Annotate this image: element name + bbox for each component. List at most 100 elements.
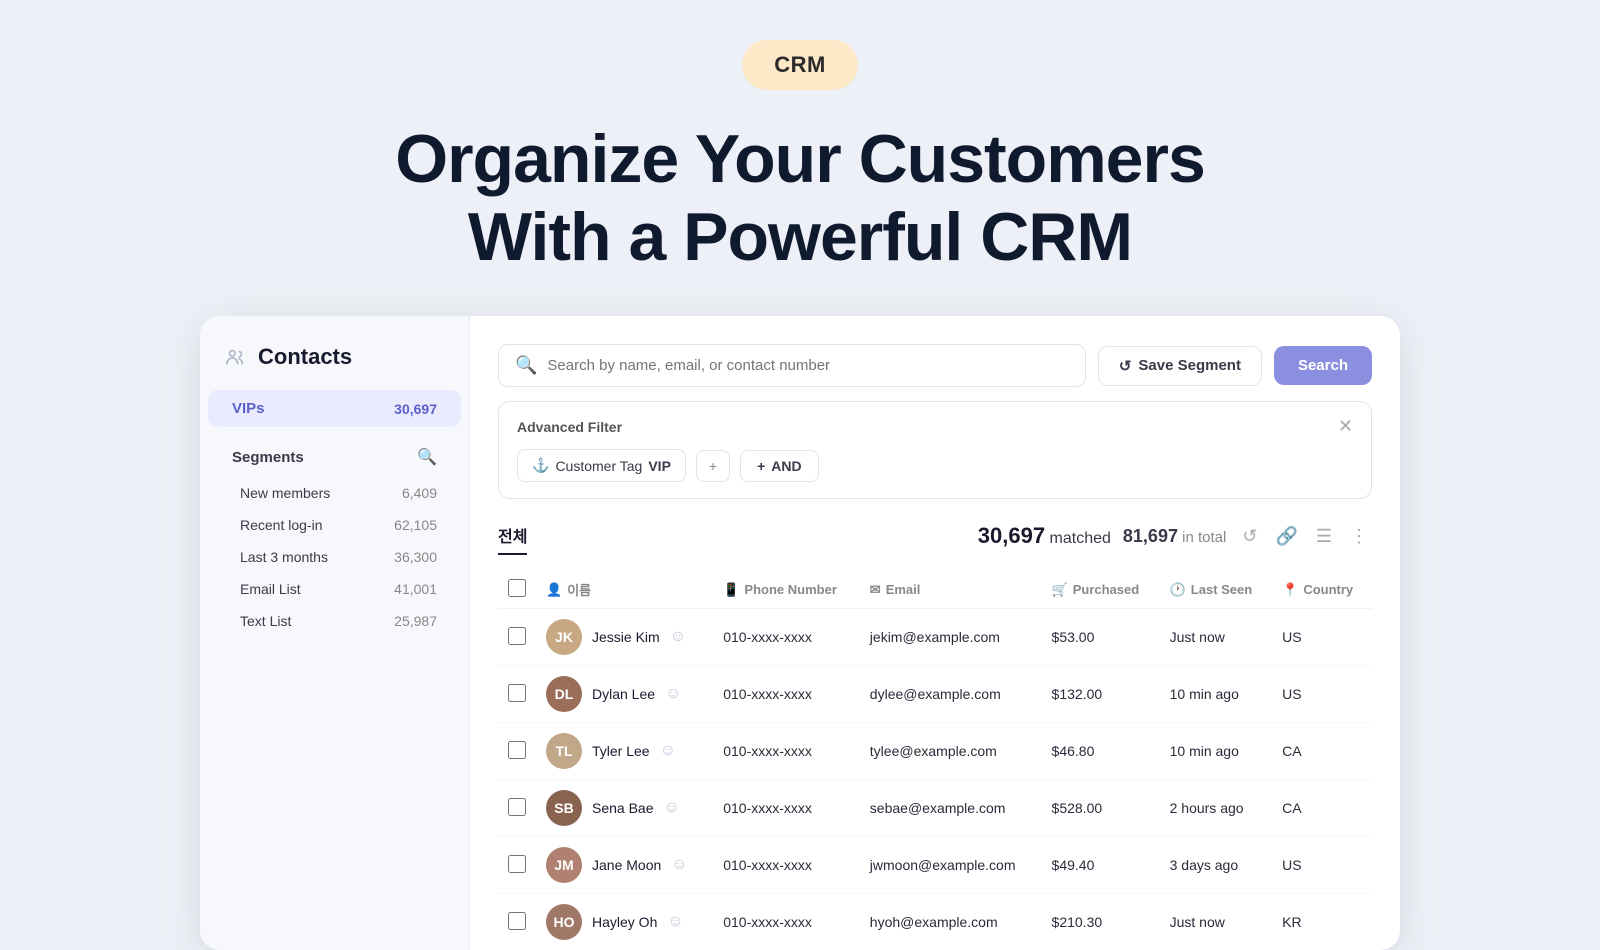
- sidebar-title: Contacts: [258, 344, 352, 370]
- email-cell: jwmoon@example.com: [860, 837, 1042, 894]
- search-input-wrap[interactable]: 🔍: [498, 344, 1086, 387]
- sidebar-header: Contacts: [200, 344, 469, 390]
- country-cell: US: [1272, 666, 1372, 723]
- sidebar: Contacts VIPs 30,697 Segments 🔍 New memb…: [200, 316, 470, 950]
- vips-label: VIPs: [232, 400, 265, 417]
- chat-icon[interactable]: ☺: [660, 742, 676, 760]
- table-row[interactable]: JK Jessie Kim ☺ 010-xxxx-xxxx jekim@exam…: [498, 609, 1372, 666]
- col-country: 📍 Country: [1272, 571, 1372, 609]
- table-row[interactable]: TL Tyler Lee ☺ 010-xxxx-xxxx tylee@examp…: [498, 723, 1372, 780]
- hero-section: Organize Your Customers With a Powerful …: [395, 120, 1205, 276]
- avatar: HO: [546, 904, 582, 940]
- phone-cell: 010-xxxx-xxxx: [713, 666, 860, 723]
- filter-tags: ⚓ Customer Tag VIP + + AND: [517, 449, 1353, 482]
- table-row[interactable]: DL Dylan Lee ☺ 010-xxxx-xxxx dylee@examp…: [498, 666, 1372, 723]
- last-seen-cell: 10 min ago: [1160, 723, 1273, 780]
- row-checkbox[interactable]: [508, 912, 526, 930]
- contact-name: Jessie Kim: [592, 629, 660, 645]
- col-purchased: 🛒 Purchased: [1042, 571, 1160, 609]
- search-input[interactable]: [547, 357, 1068, 374]
- avatar: SB: [546, 790, 582, 826]
- sidebar-item[interactable]: Last 3 months36,300: [208, 541, 461, 573]
- vips-count: 30,697: [394, 401, 437, 417]
- table-row[interactable]: HO Hayley Oh ☺ 010-xxxx-xxxx hyoh@exampl…: [498, 894, 1372, 950]
- row-checkbox[interactable]: [508, 855, 526, 873]
- row-checkbox[interactable]: [508, 798, 526, 816]
- email-cell: dylee@example.com: [860, 666, 1042, 723]
- filter-and-button[interactable]: + AND: [740, 450, 819, 482]
- chat-icon[interactable]: ☺: [667, 913, 683, 931]
- search-button[interactable]: Search: [1274, 346, 1372, 385]
- contact-name: Jane Moon: [592, 857, 661, 873]
- segment-list: New members6,409Recent log-in62,105Last …: [200, 477, 469, 637]
- email-cell: hyoh@example.com: [860, 894, 1042, 950]
- avatar: JK: [546, 619, 582, 655]
- row-checkbox[interactable]: [508, 741, 526, 759]
- email-icon: ✉: [870, 582, 881, 598]
- more-icon[interactable]: ⋮: [1346, 522, 1372, 551]
- and-label: AND: [771, 458, 801, 474]
- stats-icons: ↺ 🔗 ☰ ⋮: [1238, 522, 1372, 551]
- purchased-cell: $132.00: [1042, 666, 1160, 723]
- select-all-checkbox[interactable]: [508, 579, 526, 597]
- purchased-cell: $53.00: [1042, 609, 1160, 666]
- hero-title: Organize Your Customers With a Powerful …: [395, 120, 1205, 276]
- name-cell: JK Jessie Kim ☺: [546, 619, 703, 655]
- and-plus-icon: +: [757, 458, 765, 474]
- advanced-filter: Advanced Filter ✕ ⚓ Customer Tag VIP + +…: [498, 401, 1372, 499]
- link-icon[interactable]: 🔗: [1271, 522, 1301, 551]
- search-icon: 🔍: [515, 355, 537, 376]
- app-panel: Contacts VIPs 30,697 Segments 🔍 New memb…: [200, 316, 1400, 950]
- avatar: JM: [546, 847, 582, 883]
- location-icon: 📍: [1282, 582, 1298, 598]
- row-checkbox[interactable]: [508, 684, 526, 702]
- name-cell: DL Dylan Lee ☺: [546, 676, 703, 712]
- clock-icon: 🕐: [1170, 582, 1186, 598]
- col-last-seen: 🕐 Last Seen: [1160, 571, 1273, 609]
- purchased-cell: $210.30: [1042, 894, 1160, 950]
- phone-icon: 📱: [723, 582, 739, 598]
- tag-value: VIP: [648, 458, 671, 474]
- sidebar-item[interactable]: Email List41,001: [208, 573, 461, 605]
- country-cell: CA: [1272, 723, 1372, 780]
- all-tab[interactable]: 전체: [498, 517, 527, 555]
- last-seen-cell: 10 min ago: [1160, 666, 1273, 723]
- sidebar-item[interactable]: Recent log-in62,105: [208, 509, 461, 541]
- contact-name: Tyler Lee: [592, 743, 650, 759]
- segments-title: Segments: [232, 449, 304, 466]
- last-seen-cell: Just now: [1160, 609, 1273, 666]
- save-segment-button[interactable]: ↺ Save Segment: [1098, 346, 1262, 386]
- search-bar: 🔍 ↺ Save Segment Search: [498, 344, 1372, 387]
- avatar: TL: [546, 733, 582, 769]
- refresh-icon[interactable]: ↺: [1238, 522, 1261, 551]
- tag-label: Customer Tag: [555, 458, 642, 474]
- contacts-icon: [224, 346, 246, 368]
- chat-icon[interactable]: ☺: [664, 799, 680, 817]
- segments-search-icon[interactable]: 🔍: [417, 447, 437, 467]
- name-cell: HO Hayley Oh ☺: [546, 904, 703, 940]
- table-body: JK Jessie Kim ☺ 010-xxxx-xxxx jekim@exam…: [498, 609, 1372, 950]
- email-cell: sebae@example.com: [860, 780, 1042, 837]
- country-cell: KR: [1272, 894, 1372, 950]
- save-segment-icon: ↺: [1119, 357, 1132, 375]
- filter-add-button[interactable]: +: [696, 450, 730, 482]
- col-email: ✉ Email: [860, 571, 1042, 609]
- last-seen-cell: 3 days ago: [1160, 837, 1273, 894]
- sidebar-item[interactable]: Text List25,987: [208, 605, 461, 637]
- phone-cell: 010-xxxx-xxxx: [713, 723, 860, 780]
- table-row[interactable]: JM Jane Moon ☺ 010-xxxx-xxxx jwmoon@exam…: [498, 837, 1372, 894]
- chat-icon[interactable]: ☺: [670, 628, 686, 646]
- country-cell: US: [1272, 609, 1372, 666]
- row-checkbox[interactable]: [508, 627, 526, 645]
- filter-close-icon[interactable]: ✕: [1338, 416, 1353, 437]
- phone-cell: 010-xxxx-xxxx: [713, 609, 860, 666]
- customer-tag-filter[interactable]: ⚓ Customer Tag VIP: [517, 449, 686, 482]
- sidebar-item[interactable]: New members6,409: [208, 477, 461, 509]
- chat-icon[interactable]: ☺: [671, 856, 687, 874]
- table-row[interactable]: SB Sena Bae ☺ 010-xxxx-xxxx sebae@exampl…: [498, 780, 1372, 837]
- filter-icon[interactable]: ☰: [1312, 522, 1336, 551]
- sidebar-item-vips[interactable]: VIPs 30,697: [208, 390, 461, 427]
- country-cell: US: [1272, 837, 1372, 894]
- chat-icon[interactable]: ☺: [665, 685, 681, 703]
- segments-header: Segments 🔍: [208, 437, 461, 477]
